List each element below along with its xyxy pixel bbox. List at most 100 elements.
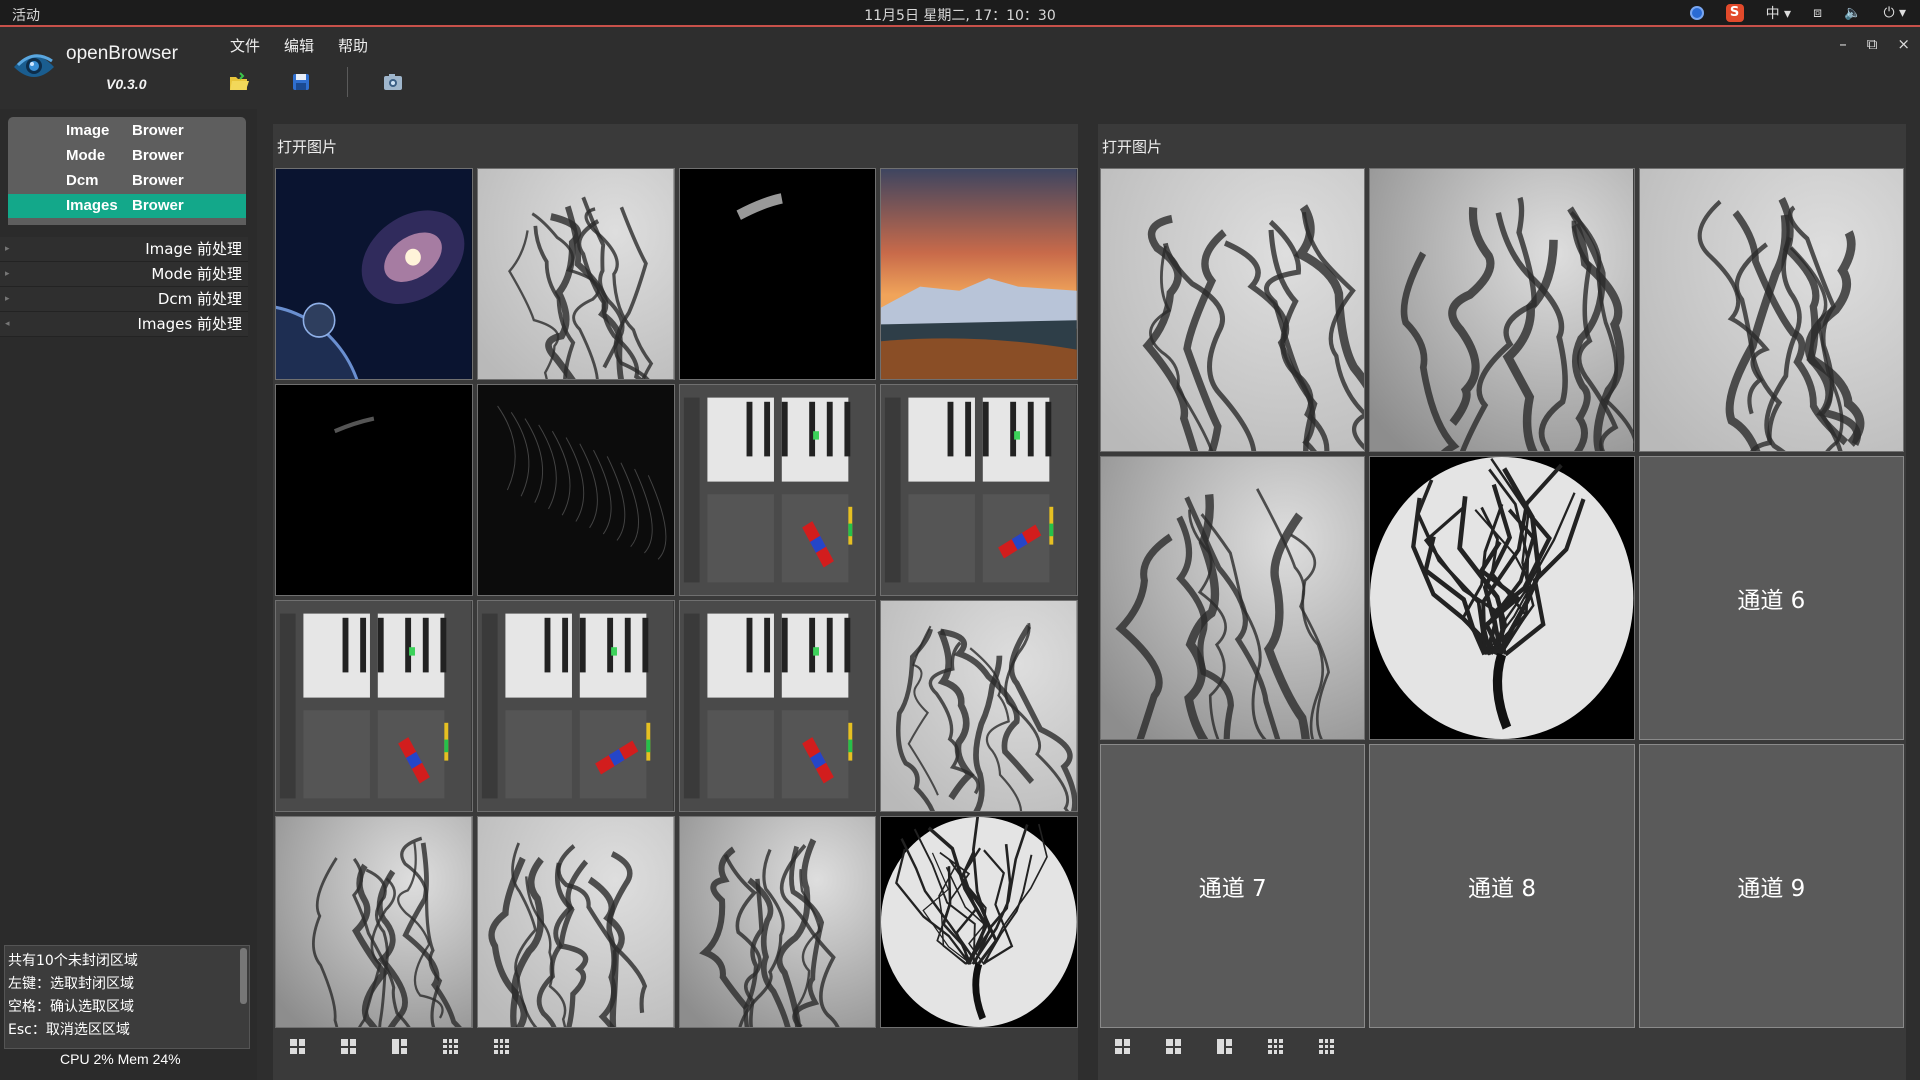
log-scrollbar[interactable] — [240, 948, 247, 1004]
save-icon[interactable] — [290, 71, 312, 93]
screenshot-camera-icon[interactable] — [382, 71, 404, 93]
image-thumbnail[interactable] — [880, 168, 1078, 380]
image-thumbnail[interactable] — [476, 600, 675, 812]
minimize-button[interactable]: – — [1839, 35, 1847, 53]
network-icon[interactable]: ⧈ — [1813, 5, 1822, 21]
input-method-label: 中 — [1765, 6, 1780, 22]
channel-image[interactable] — [1100, 456, 1366, 740]
preprocess-images[interactable]: ◂ Images 前处理 — [0, 312, 248, 337]
channel-image[interactable] — [1369, 168, 1635, 452]
mode-label: Images — [66, 197, 118, 214]
preprocess-dcm[interactable]: ▸ Dcm 前处理 — [0, 287, 248, 312]
image-thumbnail[interactable] — [476, 168, 675, 380]
system-clock[interactable]: 11月5日 星期二, 17：10：30 — [0, 5, 1920, 25]
right-image-panel: 打开图片 通道 6 通道 7 通道 8 通道 9 — [1098, 124, 1906, 1080]
chevron-right-icon: ▸ — [5, 269, 10, 279]
log-line: 共有10个未封闭区域 — [8, 953, 138, 969]
channel-label: 通道 9 — [1737, 876, 1806, 902]
preprocess-list: ▸ Image 前处理 ▸ Mode 前处理 ▸ Dcm 前处理 ◂ Images 前处… — [0, 237, 248, 337]
preprocess-image[interactable]: ▸ Image 前处理 — [0, 237, 248, 262]
layout-4x4-button[interactable] — [1316, 1036, 1337, 1057]
app-header: openBrowser V0.3.0 文件 编辑 帮助 – ⧉ × — [0, 29, 1920, 109]
mode-label: Mode — [66, 147, 106, 164]
image-thumbnail[interactable] — [275, 600, 473, 812]
empty-channel-slot[interactable]: 通道 6 — [1638, 456, 1904, 740]
image-thumbnail[interactable] — [880, 384, 1078, 596]
open-folder-icon[interactable] — [228, 71, 250, 93]
layout-2x2-button[interactable] — [1112, 1036, 1133, 1057]
layout-2x2-alt-button[interactable] — [338, 1036, 359, 1057]
preprocess-label: Image 前处理 — [145, 240, 242, 258]
log-output[interactable]: 共有10个未封闭区域 左键：选取封闭区域 空格：确认选取区域 Esc：取消选区区… — [4, 945, 250, 1049]
volume-icon[interactable]: 🔈 — [1844, 5, 1861, 21]
image-thumbnail[interactable] — [880, 600, 1078, 812]
channel-grid-3x3: 通道 6 通道 7 通道 8 通道 9 — [1100, 168, 1904, 1028]
thumbnail-grid-4x4 — [275, 168, 1078, 1028]
mode-label-suffix: Brower — [132, 147, 184, 164]
close-button[interactable]: × — [1897, 35, 1910, 53]
preprocess-mode[interactable]: ▸ Mode 前处理 — [0, 262, 248, 287]
mode-label: Dcm — [66, 172, 99, 189]
chevron-right-icon: ▸ — [5, 294, 10, 304]
channel-label: 通道 8 — [1468, 876, 1536, 902]
empty-channel-slot[interactable]: 通道 7 — [1100, 744, 1366, 1028]
sogou-input-icon[interactable]: S — [1725, 4, 1744, 22]
layout-1plus3-button[interactable] — [1214, 1036, 1235, 1057]
image-thumbnail[interactable] — [476, 384, 675, 596]
menu-help[interactable]: 帮助 — [338, 35, 368, 56]
mode-mode-brower[interactable]: Mode Brower — [8, 144, 246, 168]
layout-3x3-button[interactable] — [1265, 1036, 1286, 1057]
image-thumbnail[interactable] — [476, 816, 675, 1028]
mode-label-suffix: Brower — [132, 172, 184, 189]
layout-2x2-button[interactable] — [287, 1036, 308, 1057]
sidebar: Image Brower Mode Brower Dcm Brower Imag… — [0, 109, 257, 1080]
app-version: V0.3.0 — [106, 76, 147, 92]
mode-label: Image — [66, 122, 110, 139]
left-image-panel: 打开图片 — [273, 124, 1078, 1080]
layout-2x2-alt-button[interactable] — [1163, 1036, 1184, 1057]
image-thumbnail[interactable] — [678, 816, 877, 1028]
qq-icon[interactable] — [1689, 6, 1704, 20]
mode-images-brower[interactable]: Images Brower — [8, 194, 246, 218]
power-icon[interactable]: ⏻ ▾ — [1883, 5, 1906, 21]
channel-image[interactable] — [1638, 168, 1904, 452]
image-thumbnail[interactable] — [880, 816, 1078, 1028]
preprocess-label: Mode 前处理 — [151, 265, 242, 283]
layout-3x3-button[interactable] — [440, 1036, 461, 1057]
image-thumbnail[interactable] — [678, 600, 877, 812]
menu-file[interactable]: 文件 — [230, 35, 260, 56]
layout-1plus3-button[interactable] — [389, 1036, 410, 1057]
window-controls: – ⧉ × — [1839, 35, 1910, 53]
input-method-indicator[interactable]: 中 ▾ — [1766, 3, 1791, 23]
image-thumbnail[interactable] — [275, 384, 473, 596]
eye-logo-icon — [14, 54, 54, 77]
channel-image[interactable] — [1369, 456, 1635, 740]
mode-dcm-brower[interactable]: Dcm Brower — [8, 169, 246, 193]
image-thumbnail[interactable] — [275, 816, 473, 1028]
image-thumbnail[interactable] — [678, 384, 877, 596]
mode-image-brower[interactable]: Image Brower — [8, 119, 246, 143]
layout-4x4-button[interactable] — [491, 1036, 512, 1057]
menu-bar: 文件 编辑 帮助 — [230, 35, 368, 56]
toolbar — [228, 71, 404, 93]
image-thumbnail[interactable] — [678, 168, 877, 380]
browser-mode-selector: Image Brower Mode Brower Dcm Brower Imag… — [8, 117, 246, 225]
menu-edit[interactable]: 编辑 — [284, 35, 314, 56]
log-line: Esc：取消选区区域 — [8, 1022, 130, 1038]
channel-label: 通道 6 — [1737, 588, 1806, 614]
app-name: openBrowser — [66, 43, 178, 64]
empty-channel-slot[interactable]: 通道 9 — [1638, 744, 1904, 1028]
log-line: 左键：选取封闭区域 — [8, 976, 134, 992]
layout-switcher — [1112, 1036, 1337, 1057]
image-thumbnail[interactable] — [275, 168, 473, 380]
toolbar-separator — [347, 67, 348, 97]
mode-label-suffix: Brower — [132, 197, 184, 214]
empty-channel-slot[interactable]: 通道 8 — [1369, 744, 1635, 1028]
layout-switcher — [287, 1036, 512, 1057]
panel-title: 打开图片 — [1102, 138, 1163, 156]
preprocess-label: Dcm 前处理 — [157, 290, 242, 308]
restore-button[interactable]: ⧉ — [1867, 35, 1878, 53]
system-tray: S 中 ▾ ⧈ 🔈 ⏻ ▾ — [1689, 3, 1906, 23]
channel-image[interactable] — [1100, 168, 1366, 452]
log-line: 空格：确认选取区域 — [8, 999, 134, 1015]
